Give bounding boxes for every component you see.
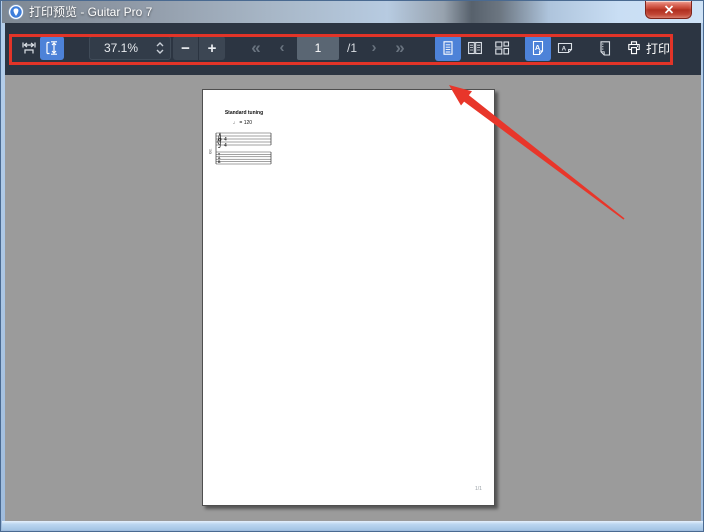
svg-text:A: A (535, 43, 541, 52)
facing-pages-view-icon (468, 41, 482, 55)
close-button[interactable] (645, 1, 692, 19)
close-icon (664, 5, 673, 14)
guitar-pro-app-icon (8, 4, 24, 20)
landscape-orientation-icon: A (557, 42, 573, 54)
landscape-orientation-button[interactable]: A (552, 35, 578, 61)
single-page-view-button[interactable] (435, 35, 461, 61)
portrait-orientation-icon: A (532, 40, 544, 56)
time-signature-bottom: 4 (224, 142, 227, 148)
zoom-level-value: 37.1% (103, 41, 139, 55)
preview-page: Standard tuning ♩ = 120 Gtr. 4 4 T A B 1… (202, 89, 495, 506)
printer-icon (628, 41, 640, 55)
titlebar: 打印预览 - Guitar Pro 7 (2, 1, 703, 23)
svg-text:A: A (562, 46, 567, 53)
print-button-label: 打印 (645, 41, 670, 56)
fit-height-icon (46, 41, 57, 55)
page-setup-button[interactable] (591, 35, 617, 61)
zoom-step-group: − + (173, 36, 225, 60)
page-number-input[interactable] (297, 36, 339, 60)
fit-width-icon (22, 42, 36, 54)
last-page-button[interactable]: » (387, 36, 413, 60)
next-page-button[interactable]: › (363, 36, 385, 60)
window-bottom-border (2, 521, 703, 530)
treble-clef-glyph (217, 132, 222, 148)
window-title: 打印预览 - Guitar Pro 7 (29, 5, 153, 19)
grid-view-icon (495, 41, 510, 55)
page-setup-icon (599, 40, 610, 56)
print-preview-toolbar: 37.1% − + « ‹ /1 › » (5, 23, 701, 75)
portrait-orientation-button[interactable]: A (525, 35, 551, 61)
first-page-button[interactable]: « (243, 36, 269, 60)
zoom-spinner-icon[interactable] (152, 39, 168, 57)
grid-view-button[interactable] (489, 35, 515, 61)
score-system: Gtr. 4 4 T A B (209, 132, 272, 165)
print-preview-window: 打印预览 - Guitar Pro 7 37.1% − + « ‹ 1 /1 ›… (0, 0, 704, 532)
track-label: Gtr. (209, 148, 213, 154)
facing-pages-view-button[interactable] (462, 35, 488, 61)
fit-width-button[interactable] (17, 36, 41, 60)
tuning-label: Standard tuning (224, 110, 264, 116)
previous-page-button[interactable]: ‹ (271, 36, 293, 60)
zoom-in-button[interactable]: + (199, 36, 225, 60)
preview-area: Standard tuning ♩ = 120 Gtr. 4 4 T A B 1… (5, 75, 701, 523)
zoom-out-button[interactable]: − (173, 36, 199, 60)
tempo-label: ♩ = 120 (233, 120, 253, 126)
print-button[interactable]: 打印 (621, 35, 675, 61)
fit-height-button[interactable] (40, 36, 64, 60)
single-page-view-icon (443, 41, 453, 55)
zoom-level-combobox[interactable]: 37.1% (89, 36, 171, 60)
page-total-label: /1 (346, 41, 357, 55)
page-number-label: 1/1 (475, 486, 482, 492)
